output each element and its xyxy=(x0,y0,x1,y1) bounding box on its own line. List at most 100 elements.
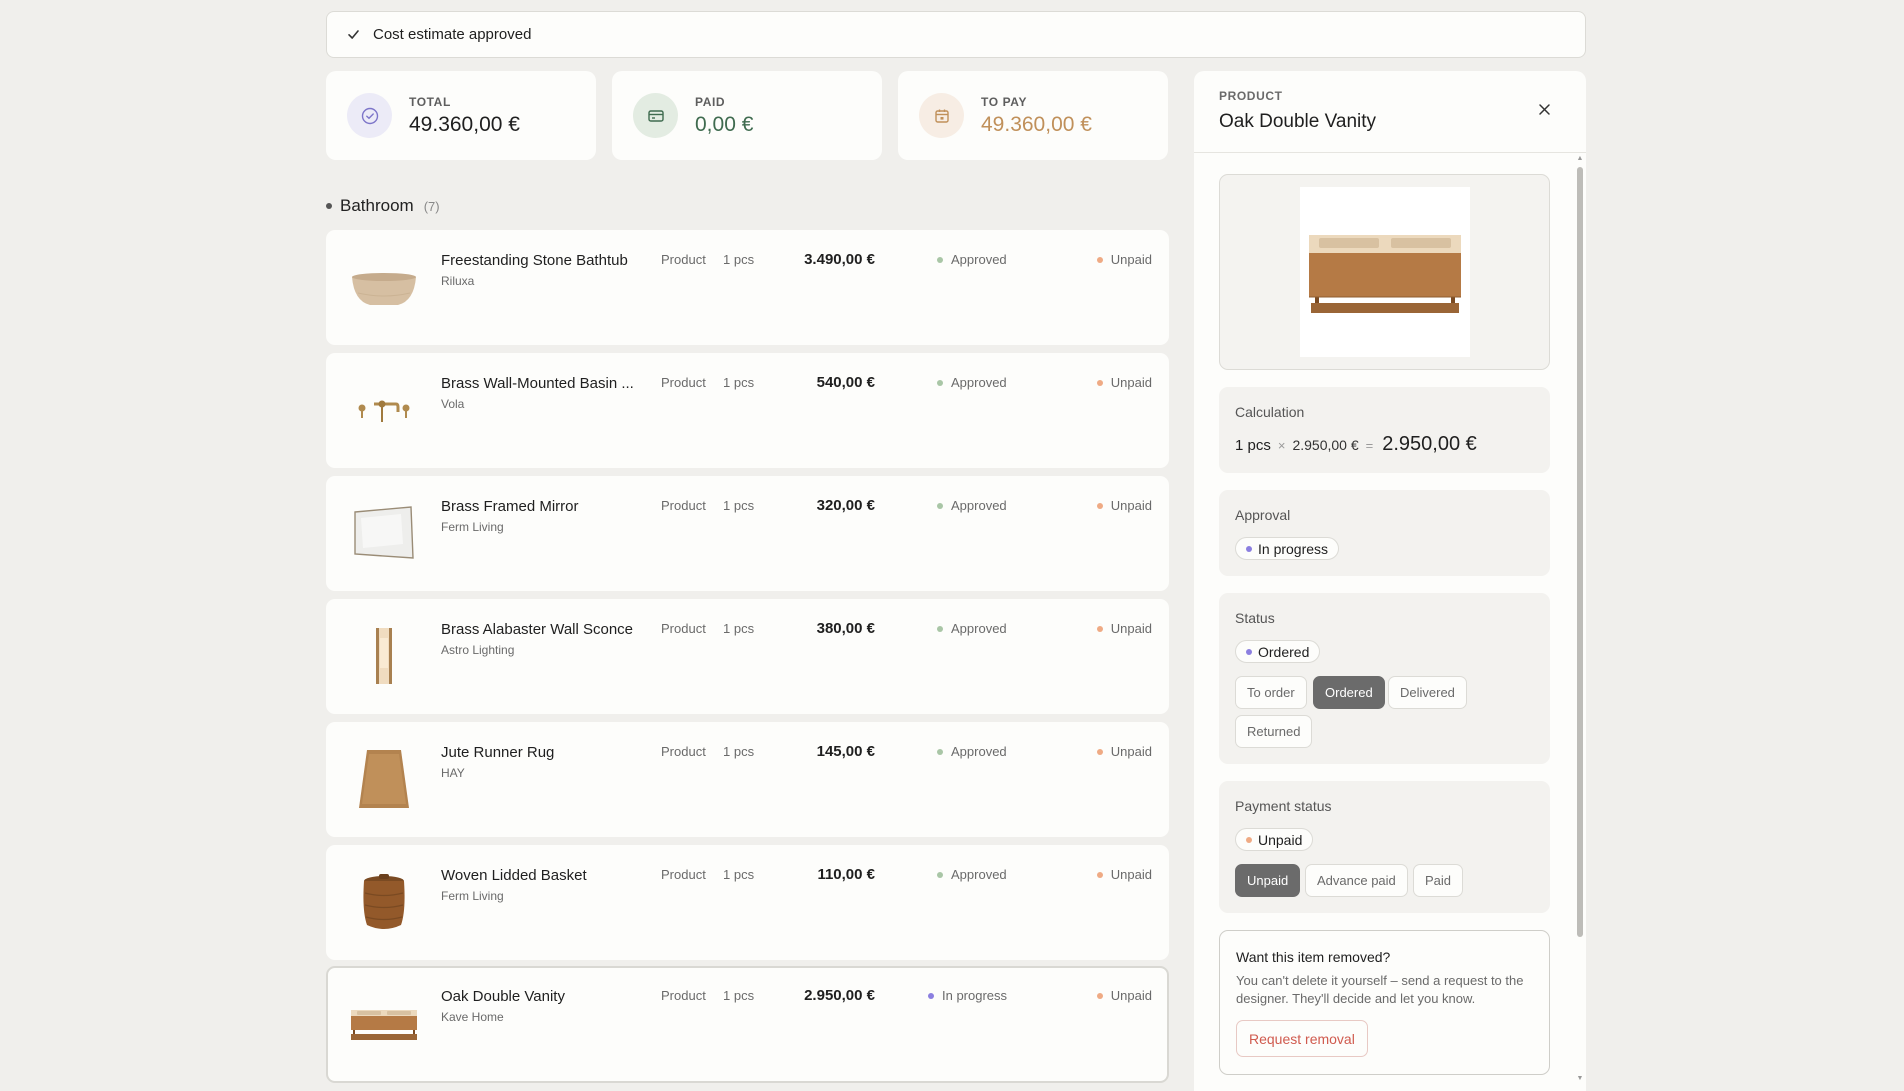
panel-label: PRODUCT xyxy=(1219,89,1283,103)
paid-card: PAID 0,00 € xyxy=(612,71,882,160)
panel-scrollbar[interactable]: ▲ ▼ xyxy=(1576,155,1584,1083)
close-icon[interactable] xyxy=(1530,95,1558,123)
status-option-delivered[interactable]: Delivered xyxy=(1388,676,1467,709)
banner-text: Cost estimate approved xyxy=(373,26,532,43)
scroll-down-icon[interactable]: ▼ xyxy=(1576,1075,1584,1083)
row-price: 320,00 € xyxy=(816,497,875,514)
approval-text: Approved xyxy=(951,498,1007,513)
product-image-frame xyxy=(1219,174,1550,370)
row-approval-status: Approved xyxy=(937,252,1007,267)
payment-text: Unpaid xyxy=(1110,744,1152,759)
approval-status-badge: In progress xyxy=(1235,537,1340,560)
row-brand: Ferm Living xyxy=(441,889,504,903)
status-option-to-order[interactable]: To order xyxy=(1235,676,1307,709)
table-row[interactable]: Brass Framed Mirror Ferm Living Product … xyxy=(326,476,1169,591)
check-circle-icon xyxy=(347,93,392,138)
to-pay-label: TO PAY xyxy=(981,94,1028,109)
approval-text: In progress xyxy=(942,988,1008,1003)
row-type: Product xyxy=(661,252,706,267)
row-qty: 1 pcs xyxy=(723,988,755,1003)
vanity-thumbnail xyxy=(344,985,424,1065)
row-title: Jute Runner Rug xyxy=(441,744,555,761)
row-qty: 1 pcs xyxy=(723,375,755,390)
panel-divider xyxy=(1194,152,1586,153)
row-approval-status: Approved xyxy=(937,498,1007,513)
table-row[interactable]: Brass Wall-Mounted Basin ... Vola Produc… xyxy=(326,353,1169,468)
calendar-icon xyxy=(919,93,964,138)
bathtub-thumbnail xyxy=(344,247,424,327)
to-pay-card: TO PAY 49.360,00 € xyxy=(898,71,1168,160)
calculation-heading: Calculation xyxy=(1235,404,1305,420)
check-icon xyxy=(345,27,361,43)
row-approval-status: In progress xyxy=(928,988,1007,1003)
row-payment-status: Unpaid xyxy=(1096,988,1152,1003)
row-brand: Ferm Living xyxy=(441,520,504,534)
row-approval-status: Approved xyxy=(937,621,1007,636)
row-type: Product xyxy=(661,375,706,390)
status-dot xyxy=(1096,625,1103,632)
section-count: (7) xyxy=(423,198,440,214)
removal-heading: Want this item removed? xyxy=(1236,949,1391,965)
rug-thumbnail xyxy=(344,739,424,819)
status-dot xyxy=(1246,836,1252,843)
status-option-returned[interactable]: Returned xyxy=(1235,715,1313,748)
section-header-bathroom[interactable]: Bathroom (7) xyxy=(326,196,440,216)
row-payment-status: Unpaid xyxy=(1096,744,1152,759)
calc-qty: 1 pcs xyxy=(1235,437,1271,454)
payment-option-unpaid[interactable]: Unpaid xyxy=(1235,864,1301,897)
status-dot xyxy=(937,625,943,632)
status-dot xyxy=(937,256,943,263)
row-payment-status: Unpaid xyxy=(1096,375,1152,390)
row-payment-status: Unpaid xyxy=(1096,621,1152,636)
row-qty: 1 pcs xyxy=(723,252,755,267)
status-dot xyxy=(1096,502,1103,509)
scroll-up-icon[interactable]: ▲ xyxy=(1576,155,1584,163)
approval-text: Approved xyxy=(951,744,1007,759)
row-price: 2.950,00 € xyxy=(804,987,875,1004)
sconce-thumbnail xyxy=(344,616,424,696)
table-row[interactable]: Freestanding Stone Bathtub Riluxa Produc… xyxy=(326,230,1169,345)
payment-option-paid[interactable]: Paid xyxy=(1413,864,1464,897)
row-payment-status: Unpaid xyxy=(1096,498,1152,513)
calculation-line: 1 pcs × 2.950,00 € = 2.950,00 € xyxy=(1235,433,1477,456)
approval-block: Approval In progress xyxy=(1219,490,1550,576)
scrollbar-thumb[interactable] xyxy=(1577,167,1583,937)
payment-status-block: Payment status Unpaid Unpaid Advance pai… xyxy=(1219,781,1550,913)
status-dot xyxy=(1246,648,1252,655)
status-dot xyxy=(937,748,943,755)
status-dot xyxy=(928,992,934,999)
status-heading: Status xyxy=(1235,610,1275,626)
calc-result: 2.950,00 € xyxy=(1382,433,1477,455)
payment-text: Unpaid xyxy=(1110,375,1152,390)
basket-thumbnail xyxy=(344,862,424,942)
row-type: Product xyxy=(661,744,706,759)
status-badge: Ordered xyxy=(1235,640,1321,663)
row-title: Freestanding Stone Bathtub xyxy=(441,252,628,269)
row-approval-status: Approved xyxy=(937,375,1007,390)
row-qty: 1 pcs xyxy=(723,498,755,513)
status-block: Status Ordered To order Ordered Delivere… xyxy=(1219,593,1550,764)
product-image xyxy=(1300,187,1470,357)
table-row[interactable]: Jute Runner Rug HAY Product 1 pcs 145,00… xyxy=(326,722,1169,837)
approval-text: Approved xyxy=(951,252,1007,267)
equals-icon: = xyxy=(1365,438,1374,453)
status-option-ordered[interactable]: Ordered xyxy=(1313,676,1385,709)
table-row[interactable]: Brass Alabaster Wall Sconce Astro Lighti… xyxy=(326,599,1169,714)
payment-option-advance-paid[interactable]: Advance paid xyxy=(1305,864,1408,897)
table-row[interactable]: Woven Lidded Basket Ferm Living Product … xyxy=(326,845,1169,960)
table-row-selected[interactable]: Oak Double Vanity Kave Home Product 1 pc… xyxy=(326,966,1169,1083)
row-title: Oak Double Vanity xyxy=(441,988,565,1005)
row-price: 145,00 € xyxy=(816,743,875,760)
to-pay-value: 49.360,00 € xyxy=(981,112,1092,136)
row-price: 380,00 € xyxy=(816,620,875,637)
row-title: Woven Lidded Basket xyxy=(441,867,587,884)
row-brand: Astro Lighting xyxy=(441,643,515,657)
request-removal-button[interactable]: Request removal xyxy=(1236,1020,1368,1057)
bullet-icon xyxy=(326,203,332,209)
row-brand: Vola xyxy=(441,397,465,411)
total-card: TOTAL 49.360,00 € xyxy=(326,71,596,160)
approval-heading: Approval xyxy=(1235,507,1291,523)
total-label: TOTAL xyxy=(409,94,451,109)
row-approval-status: Approved xyxy=(937,744,1007,759)
status-dot xyxy=(937,871,943,878)
